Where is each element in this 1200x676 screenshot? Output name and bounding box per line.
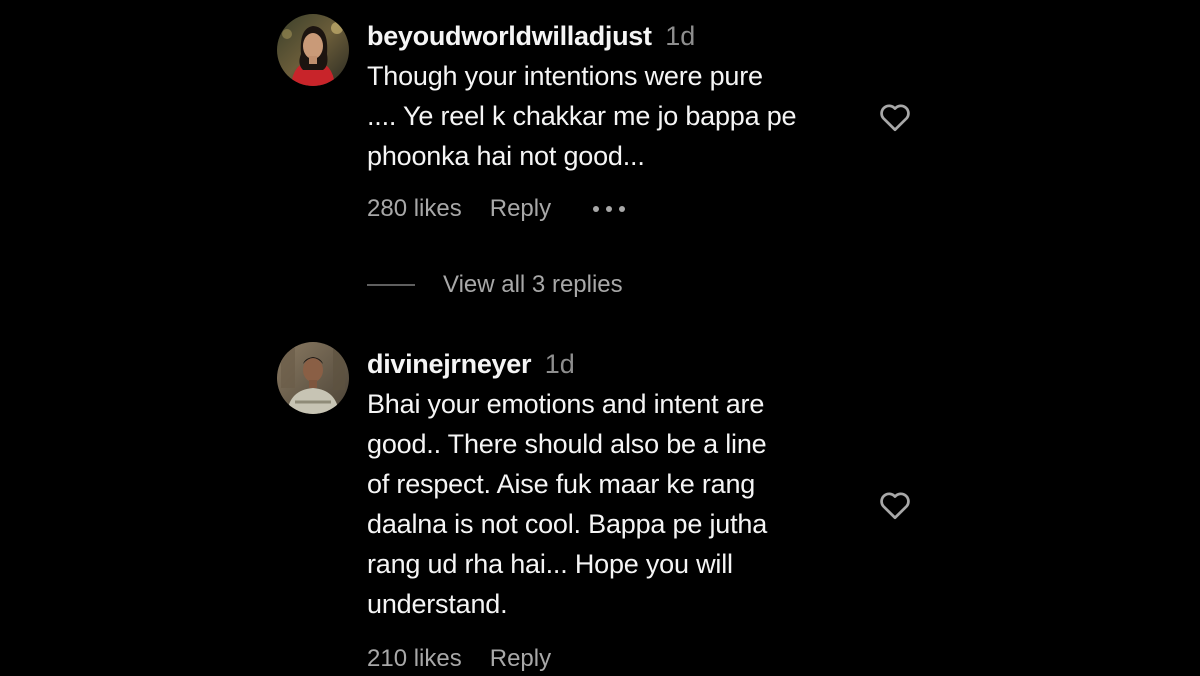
more-options-icon[interactable] xyxy=(591,202,627,216)
divider xyxy=(367,284,415,286)
comment-body: divinejrneyer 1d Bhai your emotions and … xyxy=(367,346,867,676)
heart-outline-icon[interactable] xyxy=(877,99,913,135)
comment-text-line: rang ud rha hai... Hope you will xyxy=(367,549,733,579)
dot xyxy=(606,206,613,212)
comment-actions: 280 likes Reply xyxy=(367,192,867,226)
comment-header: beyoudworldwilladjust 1d xyxy=(367,18,867,54)
username[interactable]: beyoudworldwilladjust xyxy=(367,21,652,51)
comment-text-line: Though your intentions were pure xyxy=(367,61,763,91)
reply-button[interactable]: Reply xyxy=(490,642,551,676)
view-replies-button[interactable]: View all 3 replies xyxy=(367,268,623,302)
comment-text-line: of respect. Aise fuk maar ke rang xyxy=(367,469,756,499)
comment-text-line: .... Ye reel k chakkar me jo bappa pe xyxy=(367,101,797,131)
timestamp: 1d xyxy=(544,349,575,379)
comment-text: Bhai your emotions and intent are good..… xyxy=(367,384,867,624)
timestamp: 1d xyxy=(665,21,696,51)
comment-text-line: phoonka hai not good... xyxy=(367,141,645,171)
comment-text-line: understand. xyxy=(367,589,508,619)
dot xyxy=(619,206,626,212)
reply-button[interactable]: Reply xyxy=(490,192,551,226)
comment-text-line: Bhai your emotions and intent are xyxy=(367,389,765,419)
likes-count[interactable]: 280 likes xyxy=(367,192,462,226)
comment-header: divinejrneyer 1d xyxy=(367,346,867,382)
comment-text: Though your intentions were pure .... Ye… xyxy=(367,56,867,176)
comment-body: beyoudworldwilladjust 1d Though your int… xyxy=(367,18,867,226)
view-replies-label: View all 3 replies xyxy=(443,271,623,298)
comment-actions: 210 likes Reply xyxy=(367,642,867,676)
avatar[interactable] xyxy=(277,14,349,86)
comment-text-line: daalna is not cool. Bappa pe jutha xyxy=(367,509,768,539)
comment-text-line: good.. There should also be a line xyxy=(367,429,767,459)
dot xyxy=(593,206,600,212)
likes-count[interactable]: 210 likes xyxy=(367,642,462,676)
heart-outline-icon[interactable] xyxy=(877,487,913,523)
username[interactable]: divinejrneyer xyxy=(367,349,531,379)
avatar[interactable] xyxy=(277,342,349,414)
